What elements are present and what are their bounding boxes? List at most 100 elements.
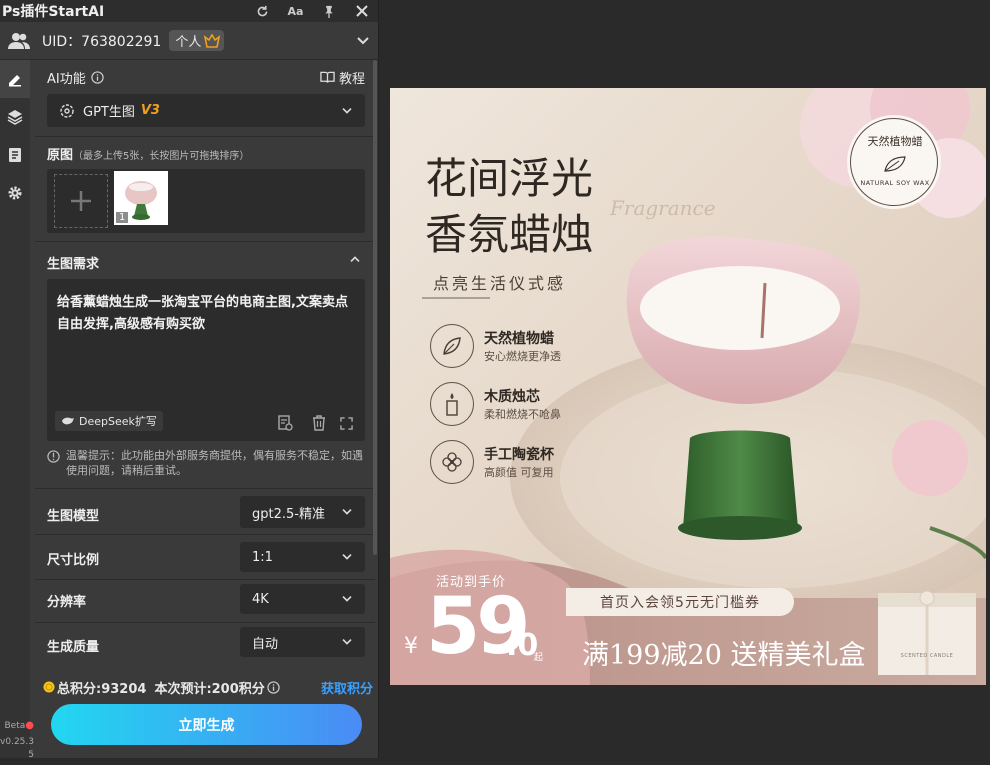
plan-label: 个人	[175, 35, 202, 50]
title-bar: Ps插件StartAI Aa	[0, 0, 378, 22]
book-icon	[320, 71, 335, 83]
users-icon	[8, 32, 30, 49]
setting-row-ratio: 尺寸比例 1:1	[37, 536, 373, 576]
poster-script-text: Fragrance	[610, 196, 716, 220]
rail-item-edit[interactable]	[0, 60, 30, 98]
setting-select-ratio[interactable]: 1:1	[240, 542, 365, 572]
pencil-icon	[9, 75, 21, 87]
setting-value: 1:1	[252, 549, 273, 565]
get-points-link[interactable]: 获取积分	[321, 678, 373, 697]
setting-label: 生图模型	[47, 509, 100, 524]
close-button[interactable]	[345, 0, 378, 22]
version-number: v0.25.3	[0, 737, 34, 747]
plan-badge[interactable]: 个人	[169, 30, 225, 51]
add-image-button[interactable]	[54, 174, 108, 228]
gift-box-label: SCENTED CANDLE	[900, 653, 954, 659]
fullscreen-icon[interactable]	[340, 417, 353, 430]
points-row: 总积分:93204 本次预计:200积分 获取积分	[43, 678, 373, 697]
rail-item-notes[interactable]	[0, 136, 30, 174]
divider	[35, 579, 375, 580]
uid-text: UID：763802291	[42, 33, 162, 50]
chevron-down-icon	[342, 509, 352, 515]
font-size-icon: Aa	[287, 4, 304, 18]
source-hint: （最多上传5张，长按图片可拖拽排序）	[73, 151, 250, 162]
plugin-panel: Ps插件StartAI Aa UID：763802291 个人 AI功能 教程 …	[0, 0, 379, 760]
trash-icon[interactable]	[312, 415, 326, 431]
info-icon	[47, 450, 60, 463]
beta-label: Beta●	[0, 718, 35, 734]
total-points: 总积分:93204	[57, 681, 147, 697]
document-canvas[interactable]: 花间浮光 香氛蜡烛 Fragrance 点亮生活仪式感 天然植物蜡 NATURA…	[390, 88, 986, 685]
version-sub: 5	[28, 750, 34, 760]
setting-select-model[interactable]: gpt2.5-精准	[240, 496, 365, 528]
chevron-down-icon[interactable]	[356, 36, 370, 46]
setting-select-resolution[interactable]: 4K	[240, 584, 365, 614]
info-icon[interactable]	[91, 71, 104, 84]
rail-item-layers[interactable]	[0, 98, 30, 136]
requirement-section: 生图需求 给香薰蜡烛生成一张淘宝平台的电商主图,文案卖点自由发挥,高级感有购买欲…	[37, 241, 373, 488]
rail-item-settings[interactable]	[0, 174, 30, 212]
history-icon[interactable]	[277, 415, 293, 431]
setting-value: 4K	[252, 591, 269, 607]
requirement-textarea[interactable]: 给香薰蜡烛生成一张淘宝平台的电商主图,文案卖点自由发挥,高级感有购买欲 Deep…	[47, 279, 365, 441]
info-icon[interactable]	[267, 680, 280, 694]
setting-value: gpt2.5-精准	[252, 506, 325, 522]
version-info: Beta● v0.25.3 5	[0, 718, 34, 760]
leaf-icon	[443, 337, 461, 355]
setting-label: 生成质量	[47, 640, 100, 655]
refresh-icon	[257, 5, 268, 16]
settings-list: 生图模型 gpt2.5-精准 尺寸比例 1:1 分辨率 4K 生成质量 自动	[35, 488, 375, 670]
natural-wax-seal: 天然植物蜡 NATURAL SOY WAX	[850, 118, 938, 206]
divider	[35, 622, 375, 623]
ai-model-select[interactable]: GPT生图 V3	[47, 94, 365, 127]
ai-model-name: GPT生图	[83, 105, 135, 120]
poster-subtitle: 点亮生活仪式感	[433, 274, 567, 293]
pin-button[interactable]	[312, 0, 345, 22]
promo-text: 满199减20 送精美礼盒	[582, 640, 866, 671]
chevron-up-icon[interactable]	[349, 255, 361, 263]
thumbnail-index: 1	[116, 212, 129, 223]
tutorial-link[interactable]: 教程	[320, 68, 365, 87]
setting-row-resolution: 分辨率 4K	[37, 581, 373, 621]
app-title: Ps插件StartAI	[2, 4, 105, 20]
plus-icon	[71, 191, 91, 211]
font-size-button[interactable]: Aa	[279, 0, 312, 22]
coin-icon	[43, 681, 55, 693]
refresh-button[interactable]	[246, 0, 279, 22]
close-icon	[355, 5, 368, 17]
feature-icon-circle	[430, 324, 474, 368]
deepseek-expand-button[interactable]: DeepSeek扩写	[55, 411, 163, 431]
feature-desc: 柔和燃烧不呛鼻	[484, 408, 561, 421]
ai-label-row: AI功能	[47, 68, 104, 87]
generate-button[interactable]: 立即生成	[51, 704, 362, 745]
feature-icon-circle	[430, 382, 474, 426]
side-rail	[0, 60, 30, 758]
poster-title-line2: 香氛蜡烛	[425, 210, 594, 259]
price-suffix: 起	[534, 653, 544, 663]
openai-icon	[60, 103, 74, 118]
pin-icon	[324, 5, 333, 18]
setting-row-model: 生图模型 gpt2.5-精准	[37, 492, 373, 532]
currency-symbol: ¥	[404, 634, 418, 659]
ai-model-version: V3	[140, 103, 160, 118]
source-section: 原图 （最多上传5张，长按图片可拖拽排序） 1	[37, 136, 373, 241]
generate-label: 立即生成	[178, 717, 235, 734]
candle-icon	[446, 393, 458, 416]
layers-icon	[7, 110, 23, 125]
estimate-points: 本次预计:200积分	[154, 681, 265, 697]
setting-label: 尺寸比例	[47, 553, 100, 568]
feature-item: 天然植物蜡 安心燃烧更净透	[430, 324, 610, 372]
crown-icon	[204, 33, 221, 48]
tutorial-label: 教程	[338, 72, 365, 87]
setting-select-quality[interactable]: 自动	[240, 627, 365, 657]
feature-desc: 安心燃烧更净透	[484, 350, 561, 363]
source-thumbnail[interactable]: 1	[114, 171, 168, 225]
flower-icon	[442, 452, 462, 472]
panel-scrollbar[interactable]	[373, 60, 377, 555]
feature-item: 手工陶瓷杯 高颜值 可复用	[430, 440, 610, 488]
feature-title: 天然植物蜡	[484, 331, 554, 347]
chevron-down-icon	[342, 596, 352, 602]
feature-title: 木质烛芯	[484, 389, 540, 405]
seal-en-text: NATURAL SOY WAX	[860, 179, 930, 187]
ai-function-section: AI功能 教程 GPT生图 V3	[37, 61, 373, 136]
